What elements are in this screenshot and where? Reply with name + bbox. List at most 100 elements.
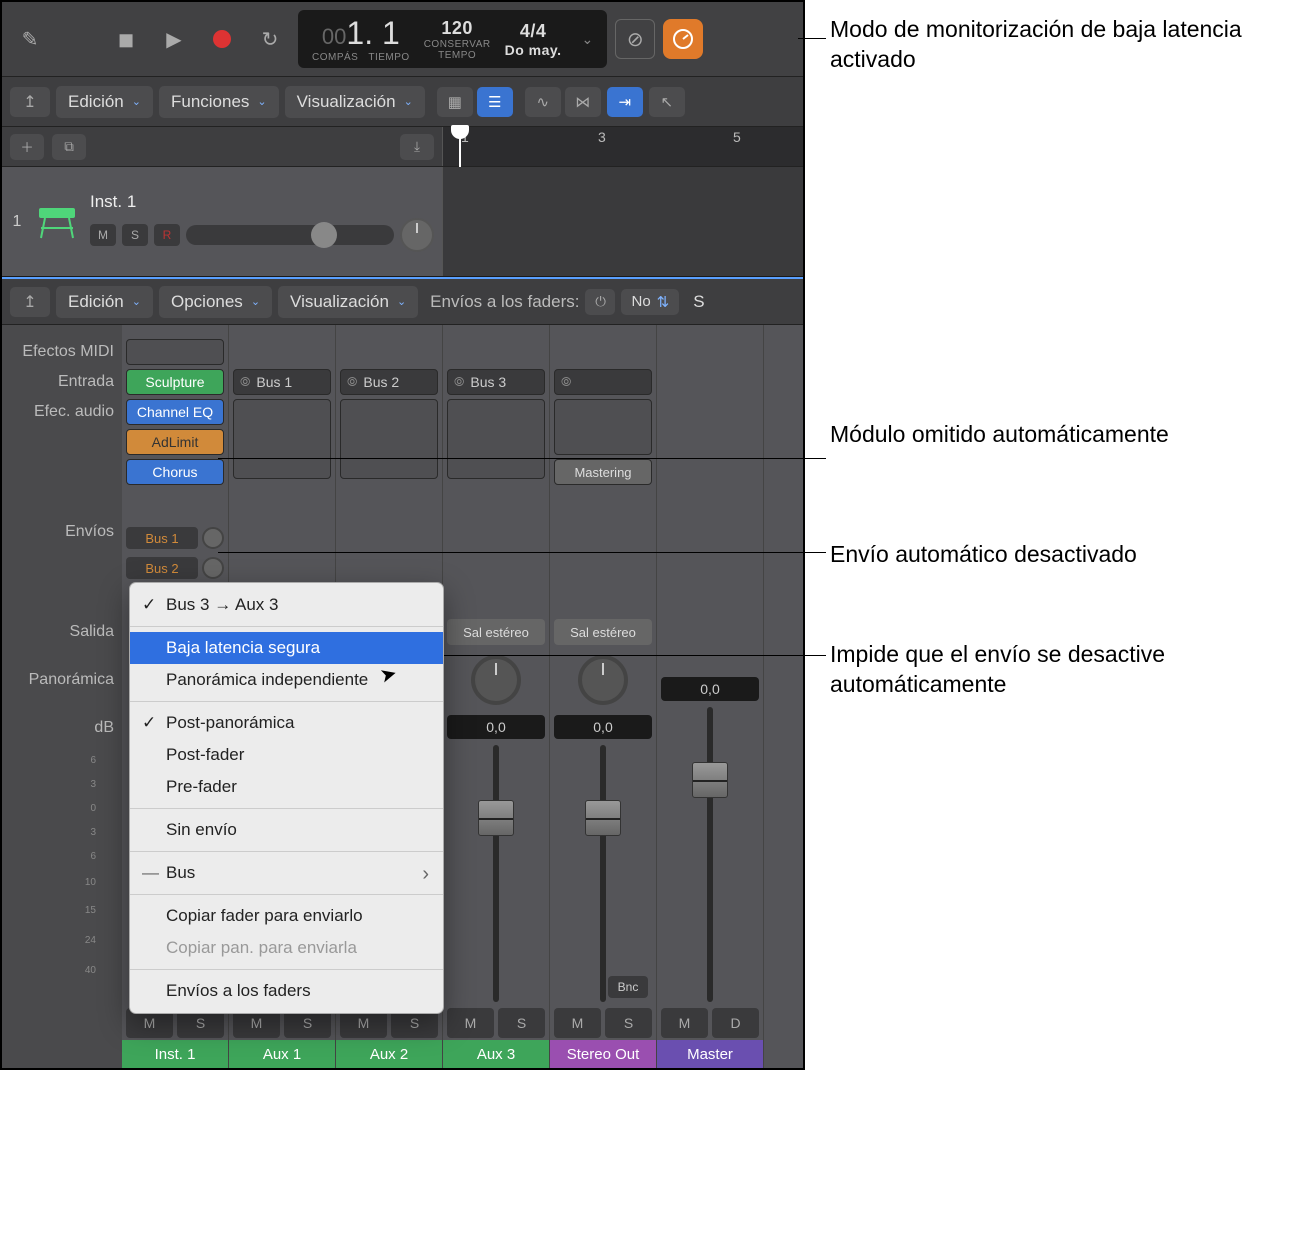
menu-item-post-fader[interactable]: Post-fader xyxy=(130,739,443,771)
bounce-button[interactable]: Bnc xyxy=(608,976,648,998)
audio-fx-slot[interactable]: Chorus xyxy=(126,459,224,485)
callout-line xyxy=(218,552,826,553)
send-knob[interactable] xyxy=(202,557,224,579)
channel-strip-master[interactable]: 0,0 MD Master xyxy=(657,325,764,1068)
grid-icon[interactable]: ▦ xyxy=(437,87,473,117)
low-latency-monitoring-button[interactable] xyxy=(663,19,703,59)
collapse-mixer-icon[interactable]: ↥ xyxy=(10,287,50,317)
play-button[interactable]: ▶ xyxy=(154,19,194,59)
list-icon[interactable]: ☰ xyxy=(477,87,513,117)
functions-menu[interactable]: Funciones⌄ xyxy=(159,86,279,118)
pan-knob[interactable] xyxy=(471,655,521,705)
menu-item-post-pan[interactable]: Post-panorámica xyxy=(130,707,443,739)
strip-label[interactable]: Inst. 1 xyxy=(122,1040,228,1068)
menu-item-sends-on-faders[interactable]: Envíos a los faders xyxy=(130,975,443,1007)
input-slot[interactable]: ⦾Bus 2 xyxy=(340,369,438,395)
lcd-tempo-label: TEMPO xyxy=(438,50,476,61)
input-slot[interactable]: ⦾ xyxy=(554,369,652,395)
sends-on-faders-select[interactable]: No⇅ xyxy=(621,289,679,315)
dim-button[interactable]: D xyxy=(712,1008,759,1038)
pan-knob[interactable] xyxy=(578,655,628,705)
menu-item-bus-routing[interactable]: Bus 3 → Aux 3 xyxy=(130,589,443,621)
import-button[interactable]: ⤓ xyxy=(400,134,434,160)
record-button[interactable] xyxy=(202,19,242,59)
view-menu[interactable]: Visualización⌄ xyxy=(285,86,425,118)
pan-knob[interactable] xyxy=(400,218,434,252)
strip-label[interactable]: Stereo Out xyxy=(550,1040,656,1068)
channel-strip-stereo-out[interactable]: ⦾ Mastering Sal estéreo 0,0 Bnc MS Stere… xyxy=(550,325,657,1068)
lcd-chevron-icon[interactable]: ⌄ xyxy=(582,31,594,48)
strip-label[interactable]: Aux 2 xyxy=(336,1040,442,1068)
track-area: 1 Inst. 1 M S R xyxy=(2,167,803,277)
send-knob[interactable] xyxy=(202,527,224,549)
audio-fx-slot[interactable] xyxy=(233,399,331,479)
strip-label[interactable]: Aux 3 xyxy=(443,1040,549,1068)
solo-button[interactable]: S xyxy=(122,224,148,246)
channel-strip-aux3[interactable]: ⦾Bus 3 Sal estéreo 0,0 MS Aux 3 xyxy=(443,325,550,1068)
row-db: dB xyxy=(2,713,114,743)
stop-button[interactable]: ◼ xyxy=(106,19,146,59)
send-slot-bypassed[interactable]: Bus 1 xyxy=(126,527,198,549)
mixer-options-menu[interactable]: Opciones⌄ xyxy=(159,286,272,318)
record-enable-button[interactable]: R xyxy=(154,224,180,246)
menu-item-bus-submenu[interactable]: Bus xyxy=(130,857,443,889)
solo-button[interactable]: S xyxy=(498,1008,545,1038)
input-slot[interactable]: ⦾Bus 1 xyxy=(233,369,331,395)
mute-button[interactable]: M xyxy=(90,224,116,246)
collapse-icon[interactable]: ↥ xyxy=(10,87,50,117)
fader[interactable]: Bnc xyxy=(554,745,652,1002)
send-slot-bypassed[interactable]: Bus 2 xyxy=(126,557,198,579)
stereo-icon: ⦾ xyxy=(347,374,357,390)
midi-fx-slot[interactable] xyxy=(126,339,224,365)
volume-slider[interactable] xyxy=(186,225,394,245)
lcd-tempo-mode: CONSERVAR xyxy=(424,39,491,50)
menu-item-no-send[interactable]: Sin envío xyxy=(130,814,443,846)
track-region-area[interactable] xyxy=(442,167,803,276)
fader[interactable] xyxy=(661,707,759,1002)
timeline-ruler[interactable]: 1 3 5 xyxy=(442,127,803,166)
catch-playhead-icon[interactable]: ⇥ xyxy=(607,87,643,117)
automation-curve-icon[interactable]: ∿ xyxy=(525,87,561,117)
lcd-display[interactable]: 00 1. 1 COMPÁS TIEMPO 120 CONSERVAR TEMP… xyxy=(298,10,607,68)
sends-on-faders-power[interactable]: ⏻ xyxy=(585,289,615,315)
strip-label[interactable]: Aux 1 xyxy=(229,1040,335,1068)
db-value[interactable]: 0,0 xyxy=(554,715,652,739)
tuner-icon[interactable]: ⊘ xyxy=(615,19,655,59)
flex-icon[interactable]: ⋈ xyxy=(565,87,601,117)
menu-item-copy-pan: Copiar pan. para enviarla xyxy=(130,932,443,964)
lcd-bars-prefix: 00 xyxy=(322,24,346,50)
db-value[interactable]: 0,0 xyxy=(447,715,545,739)
fader[interactable] xyxy=(447,745,545,1002)
audio-fx-slot[interactable] xyxy=(447,399,545,479)
menu-item-pre-fader[interactable]: Pre-fader xyxy=(130,771,443,803)
duplicate-track-button[interactable]: ⧉ xyxy=(52,134,86,160)
menu-item-copy-fader[interactable]: Copiar fader para enviarlo xyxy=(130,900,443,932)
lcd-key: Do may. xyxy=(505,42,562,58)
mixer-edit-menu[interactable]: Edición⌄ xyxy=(56,286,153,318)
audio-fx-slot[interactable] xyxy=(554,399,652,455)
audio-fx-slot[interactable] xyxy=(340,399,438,479)
mute-button[interactable]: M xyxy=(447,1008,494,1038)
solo-button[interactable]: S xyxy=(605,1008,652,1038)
pointer-tool-icon[interactable]: ↖ xyxy=(649,87,685,117)
audio-fx-slot-bypassed[interactable]: AdLimit xyxy=(126,429,224,455)
output-slot[interactable]: Sal estéreo xyxy=(554,619,652,645)
cycle-button[interactable]: ↻ xyxy=(250,19,290,59)
edit-menu[interactable]: Edición⌄ xyxy=(56,86,153,118)
gauge-icon xyxy=(671,27,695,51)
output-slot[interactable]: Sal estéreo xyxy=(447,619,545,645)
edit-tool-icon[interactable]: ✎ xyxy=(10,19,50,59)
strip-label[interactable]: Master xyxy=(657,1040,763,1068)
mixer-view-menu[interactable]: Visualización⌄ xyxy=(278,286,418,318)
track-header[interactable]: 1 Inst. 1 M S R xyxy=(2,167,442,276)
input-slot[interactable]: ⦾Bus 3 xyxy=(447,369,545,395)
menu-item-low-latency-safe[interactable]: Baja latencia segura xyxy=(130,632,443,664)
audio-fx-slot[interactable]: Channel EQ xyxy=(126,399,224,425)
db-value[interactable]: 0,0 xyxy=(661,677,759,701)
add-track-button[interactable]: ＋ xyxy=(10,134,44,160)
instrument-slot[interactable]: Sculpture xyxy=(126,369,224,395)
audio-fx-slot[interactable]: Mastering xyxy=(554,459,652,485)
track-name[interactable]: Inst. 1 xyxy=(90,192,434,212)
mute-button[interactable]: M xyxy=(661,1008,708,1038)
mute-button[interactable]: M xyxy=(554,1008,601,1038)
